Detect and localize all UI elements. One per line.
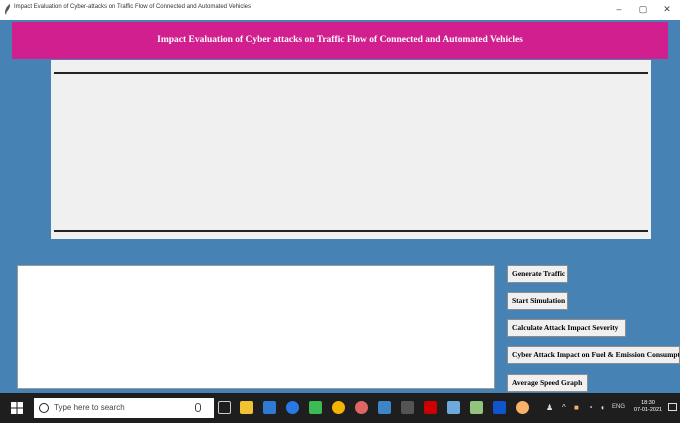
language-indicator[interactable]: ENG bbox=[612, 404, 625, 410]
search-input[interactable]: Type here to search bbox=[54, 403, 125, 412]
simulation-canvas[interactable] bbox=[51, 60, 651, 239]
windows-logo-icon bbox=[11, 402, 23, 414]
app-icon[interactable] bbox=[309, 401, 322, 414]
search-icon bbox=[39, 403, 49, 413]
pdf-reader-icon[interactable] bbox=[424, 401, 437, 414]
output-text-area[interactable] bbox=[17, 265, 495, 389]
road-line-bottom bbox=[54, 230, 648, 232]
minimize-button[interactable]: – bbox=[610, 2, 628, 16]
start-button[interactable] bbox=[0, 393, 34, 423]
edge-icon[interactable] bbox=[286, 401, 299, 414]
header-banner: Impact Evaluation of Cyber attacks on Tr… bbox=[12, 22, 668, 59]
start-simulation-button[interactable]: Start Simulation bbox=[507, 292, 568, 310]
feather-icon bbox=[5, 4, 11, 15]
people-icon[interactable]: ♟ bbox=[546, 403, 553, 412]
word-icon[interactable] bbox=[493, 401, 506, 414]
maximize-button[interactable]: ▢ bbox=[634, 2, 652, 16]
chevron-up-icon[interactable]: ^ bbox=[562, 403, 566, 412]
average-speed-graph-button[interactable]: Average Speed Graph bbox=[507, 374, 588, 392]
firefox-icon[interactable] bbox=[355, 401, 368, 414]
window-title-bar: Impact Evaluation of Cyber-attacks on Tr… bbox=[0, 0, 680, 20]
terminal-icon[interactable] bbox=[401, 401, 414, 414]
app-area: Impact Evaluation of Cyber attacks on Tr… bbox=[0, 20, 680, 393]
system-tray: ♟ ^ ■ ◔ ◖ ENG 18:30 07-01-2021 bbox=[540, 393, 680, 423]
calculate-severity-button[interactable]: Calculate Attack Impact Severity bbox=[507, 319, 626, 337]
app-icon[interactable] bbox=[470, 401, 483, 414]
clock-time: 18:30 bbox=[641, 400, 655, 406]
notification-icon[interactable] bbox=[668, 403, 677, 411]
taskbar-clock[interactable]: 18:30 07-01-2021 bbox=[631, 400, 665, 414]
clock-date: 07-01-2021 bbox=[633, 407, 663, 413]
file-explorer-icon[interactable] bbox=[240, 401, 253, 414]
window-title: Impact Evaluation of Cyber-attacks on Tr… bbox=[14, 4, 252, 10]
volume-icon[interactable]: ◖ bbox=[600, 403, 605, 412]
generate-traffic-button[interactable]: Generate Traffic bbox=[507, 265, 568, 283]
road-line-top bbox=[54, 72, 648, 74]
wifi-icon[interactable]: ◔ bbox=[588, 403, 593, 412]
fuel-emission-impact-button[interactable]: Cyber Attack Impact on Fuel & Emission C… bbox=[507, 346, 680, 364]
task-view-icon[interactable] bbox=[218, 401, 231, 414]
close-button[interactable]: ✕ bbox=[658, 2, 676, 16]
taskbar-search-box[interactable]: Type here to search bbox=[34, 398, 214, 418]
microphone-icon[interactable] bbox=[195, 403, 201, 412]
taskbar: Type here to search ♟ ^ ■ ◔ ◖ ENG 18:30 … bbox=[0, 393, 680, 423]
app-icon[interactable] bbox=[447, 401, 460, 414]
page-title: Impact Evaluation of Cyber attacks on Tr… bbox=[157, 35, 523, 45]
battery-icon[interactable]: ■ bbox=[574, 403, 579, 412]
files-icon[interactable] bbox=[378, 401, 391, 414]
python-icon[interactable] bbox=[516, 401, 529, 414]
store-icon[interactable] bbox=[263, 401, 276, 414]
chrome-icon[interactable] bbox=[332, 401, 345, 414]
